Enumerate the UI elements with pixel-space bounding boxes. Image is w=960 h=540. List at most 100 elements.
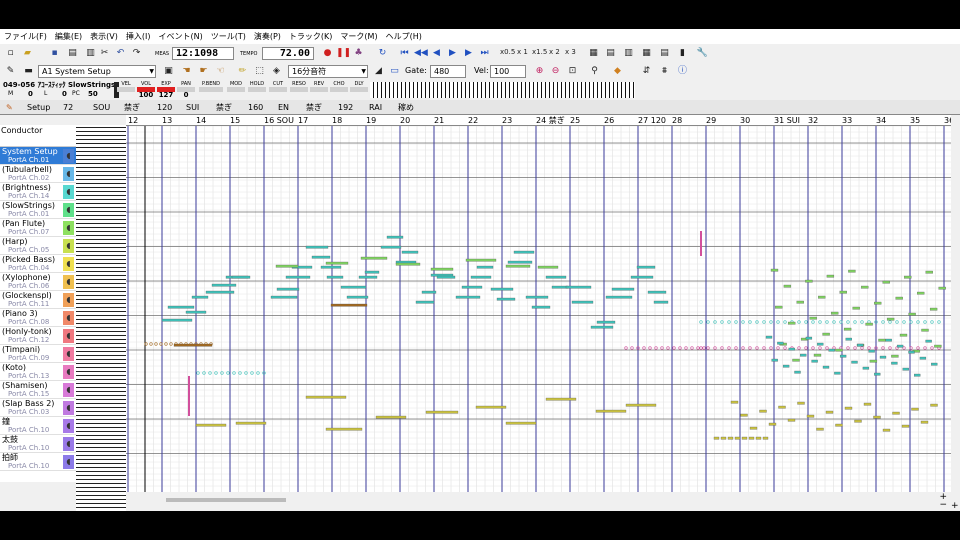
speaker-icon[interactable]: ◖ <box>63 437 74 451</box>
meter-vol[interactable]: VOL 100 <box>136 81 156 99</box>
step-forward-icon[interactable]: ▶ <box>462 47 475 60</box>
mark-item[interactable]: SOU <box>93 100 110 115</box>
fill-icon[interactable]: ◆ <box>611 65 624 78</box>
meter-vel[interactable]: VEL <box>116 81 136 99</box>
speaker-icon[interactable]: ◖ <box>63 221 74 235</box>
hand-icon[interactable]: ☚ <box>180 65 193 78</box>
quantize-icon[interactable]: ⩩ <box>658 65 671 78</box>
track-row[interactable]: (Picked Bass) PortA Ch.04 ◖ <box>0 255 76 273</box>
speaker-icon[interactable]: ◖ <box>63 419 74 433</box>
redo-icon[interactable]: ↷ <box>130 47 143 60</box>
record-icon[interactable]: ● <box>321 47 334 60</box>
mark-item[interactable]: 禁ぎ <box>306 100 322 115</box>
mark-item[interactable]: 禁ぎ <box>216 100 232 115</box>
mark-item[interactable]: 192 <box>338 100 353 115</box>
zoom-in-icon[interactable]: ⊕ <box>533 65 546 78</box>
speed-x15-button[interactable]: x1.5 <box>532 48 547 56</box>
magnify-icon[interactable]: ⚲ <box>588 65 601 78</box>
undo-icon[interactable]: ↶ <box>114 47 127 60</box>
mark-item[interactable]: EN <box>278 100 289 115</box>
speaker-icon[interactable]: ◖ <box>63 167 74 181</box>
menu-event[interactable]: イベント(N) <box>154 29 206 44</box>
speaker-icon[interactable]: ◖ <box>63 293 74 307</box>
speaker-icon[interactable]: ◖ <box>63 347 74 361</box>
note-length-select[interactable]: 16分音符 ▼ <box>288 65 368 78</box>
speed-x3-button[interactable]: x 3 <box>565 48 576 56</box>
track-row[interactable]: (Xylophone) PortA Ch.06 ◖ <box>0 273 76 291</box>
menu-mark[interactable]: マーク(M) <box>336 29 381 44</box>
mark-item[interactable]: 稼め <box>398 100 414 115</box>
eraser-icon[interactable]: ◈ <box>270 65 283 78</box>
meter-cut[interactable]: CUT <box>268 81 288 99</box>
piano-roll-canvas[interactable] <box>126 126 951 492</box>
mark-item[interactable]: 72 <box>63 100 73 115</box>
speaker-icon[interactable]: ◖ <box>63 383 74 397</box>
piano-roll[interactable] <box>126 126 951 492</box>
mark-item[interactable]: 160 <box>248 100 263 115</box>
menu-play[interactable]: 演奏(P) <box>250 29 285 44</box>
speed-x1-button[interactable]: x 1 <box>517 48 528 56</box>
menu-file[interactable]: ファイル(F) <box>0 29 51 44</box>
menu-help[interactable]: ヘルプ(H) <box>382 29 426 44</box>
loop-icon[interactable]: ↻ <box>376 47 389 60</box>
play-icon[interactable]: ▶ <box>446 47 459 60</box>
hand3-icon[interactable]: ☜ <box>214 65 227 78</box>
speaker-icon[interactable]: ◖ <box>63 203 74 217</box>
track-row[interactable]: (Tubularbell) PortA Ch.02 ◖ <box>0 165 76 183</box>
pencil-tool-icon[interactable]: ✏ <box>236 65 249 78</box>
select-tool-icon[interactable]: ⬚ <box>253 65 266 78</box>
new-file-icon[interactable]: ▫ <box>4 47 17 60</box>
track-select[interactable]: A1 System Setup ▼ <box>38 65 156 78</box>
scroll-thumb[interactable] <box>166 498 286 502</box>
speaker-icon[interactable]: ◖ <box>63 239 74 253</box>
mark-item[interactable]: Setup <box>27 100 50 115</box>
tool-icon[interactable]: 🔧 <box>696 47 709 60</box>
speaker-icon[interactable]: ◖ <box>63 401 74 415</box>
forward-end-icon[interactable]: ⏭ <box>478 47 491 60</box>
gate-input[interactable]: 480 <box>430 65 466 78</box>
meter-rev[interactable]: REV <box>309 81 329 99</box>
save-icon[interactable]: ▪ <box>48 47 61 60</box>
track-row[interactable]: (Timpani) PortA Ch.09 ◖ <box>0 345 76 363</box>
gate-icon[interactable]: ▭ <box>388 65 401 78</box>
properties-icon[interactable]: ▤ <box>66 47 79 60</box>
track-row[interactable]: (Pan Flute) PortA Ch.07 ◖ <box>0 219 76 237</box>
speaker-icon[interactable]: ◖ <box>63 329 74 343</box>
meter-dly[interactable]: DLY <box>349 81 369 99</box>
zoom-minus-icon[interactable]: − <box>939 500 947 510</box>
meter-hold[interactable]: HOLD <box>247 81 267 99</box>
speaker-icon[interactable]: ◖ <box>63 365 74 379</box>
horizontal-scrollbar[interactable]: + − <box>126 492 951 511</box>
view-list-icon[interactable]: ▦ <box>587 47 600 60</box>
track-row[interactable]: (Harp) PortA Ch.05 ◖ <box>0 237 76 255</box>
menu-tools[interactable]: ツール(T) <box>207 29 250 44</box>
piano-keyboard[interactable] <box>76 125 126 511</box>
speaker-icon[interactable]: ◖ <box>63 257 74 271</box>
menu-insert[interactable]: 挿入(I) <box>122 29 155 44</box>
metronome-icon[interactable]: ♣ <box>352 47 365 60</box>
view-drum-icon[interactable]: ▦ <box>640 47 653 60</box>
track-row[interactable]: 拍師 PortA Ch.10 ◖ <box>0 453 76 471</box>
cut-icon[interactable]: ✂ <box>98 47 111 60</box>
speed-x05-button[interactable]: x0.5 <box>500 48 515 56</box>
meter-reso[interactable]: RESO <box>289 81 309 99</box>
menu-view[interactable]: 表示(V) <box>86 29 122 44</box>
step-back-icon[interactable]: ◀ <box>430 47 443 60</box>
zoom-plus-icon[interactable]: + <box>951 501 959 511</box>
speaker-icon[interactable]: ◖ <box>63 455 74 469</box>
mark-item[interactable]: SUI <box>186 100 199 115</box>
meter-mod[interactable]: MOD <box>226 81 246 99</box>
view-roll-icon[interactable]: ▥ <box>622 47 635 60</box>
speaker-icon[interactable]: ◖ <box>63 311 74 325</box>
view-mixer-icon[interactable]: ▮ <box>676 47 689 60</box>
track-row[interactable]: (Shamisen) PortA Ch.15 ◖ <box>0 381 76 399</box>
zoom-fit-icon[interactable]: ⊡ <box>566 65 579 78</box>
meter-exp[interactable]: EXP 127 <box>156 81 176 99</box>
track-row[interactable]: (SlowStrings) PortA Ch.01 ◖ <box>0 201 76 219</box>
zoom-out-icon[interactable]: ⊖ <box>549 65 562 78</box>
gate-tool-icon[interactable]: ◢ <box>372 65 385 78</box>
mark-item[interactable]: 120 <box>157 100 172 115</box>
info-icon[interactable]: ⓘ <box>676 65 689 78</box>
rewind-icon[interactable]: ◀◀ <box>414 47 428 60</box>
track-row[interactable]: System Setup PortA Ch.01 ◖ <box>0 147 76 165</box>
